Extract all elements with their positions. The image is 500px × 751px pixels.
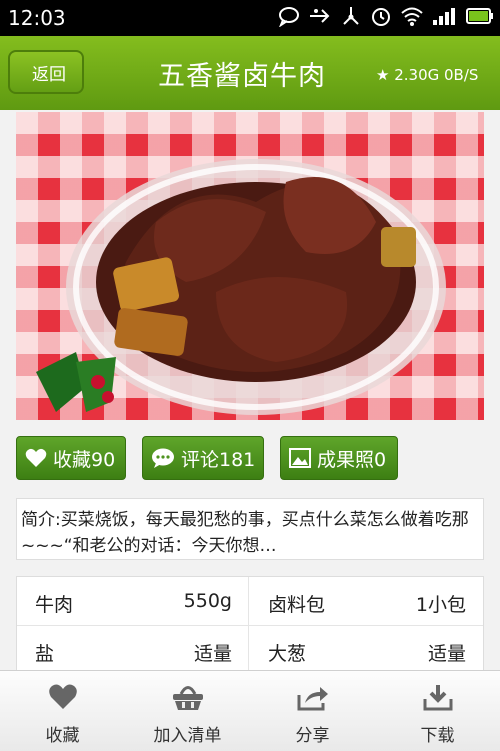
ingredient-cell: 大葱 适量 bbox=[250, 626, 482, 674]
chat-icon bbox=[279, 7, 299, 27]
braised-beef-illustration bbox=[36, 159, 446, 415]
comment-button-label: 评论181 bbox=[181, 448, 256, 471]
ingredient-name: 大葱 bbox=[268, 643, 307, 665]
signal-icon bbox=[433, 8, 455, 25]
tab-share[interactable]: 分享 bbox=[250, 671, 375, 751]
title-bar: 返回 五香酱卤牛肉 ★ 2.30G 0B/S bbox=[0, 36, 500, 110]
status-bar: 12:03 bbox=[0, 0, 500, 36]
table-row: 牛肉 550g 卤料包 1小包 bbox=[17, 577, 483, 626]
recipe-intro[interactable]: 简介:买菜烧饭，每天最犯愁的事，买点什么菜怎么做着吃那~~~“和老公的对话：今天… bbox=[16, 498, 484, 560]
result-photos-button-label: 成果照0 bbox=[317, 448, 387, 471]
recipe-photo bbox=[16, 112, 484, 420]
ingredients-table: 牛肉 550g 卤料包 1小包 盐 适量 大葱 适量 bbox=[16, 576, 484, 676]
tab-label: 分享 bbox=[295, 726, 330, 746]
ingredient-cell: 牛肉 550g bbox=[17, 577, 249, 625]
network-speed-indicator: ★ 2.30G 0B/S bbox=[376, 66, 479, 84]
tab-download[interactable]: 下载 bbox=[375, 671, 500, 751]
tab-label: 下载 bbox=[420, 726, 455, 746]
result-photos-button[interactable]: 成果照0 bbox=[280, 436, 398, 480]
back-button[interactable]: 返回 bbox=[8, 50, 84, 94]
ingredient-amount: 1小包 bbox=[415, 594, 466, 616]
table-row: 盐 适量 大葱 适量 bbox=[17, 626, 483, 675]
comment-button[interactable]: 评论181 bbox=[142, 436, 264, 480]
ingredient-cell: 卤料包 1小包 bbox=[250, 577, 482, 625]
ingredient-cell: 盐 适量 bbox=[17, 626, 249, 674]
page-title: 五香酱卤牛肉 bbox=[158, 61, 326, 92]
bottom-toolbar: 收藏 加入清单 分享 下载 bbox=[0, 670, 500, 751]
tab-favorite[interactable]: 收藏 bbox=[0, 671, 125, 751]
favorite-button[interactable]: 收藏90 bbox=[16, 436, 126, 480]
tab-label: 收藏 bbox=[45, 726, 80, 746]
ingredient-name: 牛肉 bbox=[35, 594, 74, 616]
usb-icon bbox=[310, 9, 330, 23]
wifi-icon bbox=[401, 7, 423, 26]
back-button-label: 返回 bbox=[32, 65, 66, 85]
battery-icon bbox=[466, 8, 493, 24]
ingredient-amount: 适量 bbox=[427, 643, 466, 665]
tab-add-to-list[interactable]: 加入清单 bbox=[125, 671, 250, 751]
tab-label: 加入清单 bbox=[153, 726, 222, 746]
share-icon bbox=[297, 687, 328, 711]
ingredient-amount: 适量 bbox=[193, 643, 232, 665]
photo-icon bbox=[289, 448, 311, 468]
heart-icon bbox=[48, 684, 77, 709]
heart-icon bbox=[25, 448, 47, 467]
status-icons bbox=[278, 5, 494, 27]
status-time: 12:03 bbox=[8, 6, 66, 30]
ingredient-amount: 550g bbox=[183, 590, 232, 612]
usb-debug-icon bbox=[343, 7, 359, 25]
ingredient-name: 卤料包 bbox=[268, 594, 326, 616]
basket-icon bbox=[172, 686, 203, 710]
favorite-button-label: 收藏90 bbox=[53, 448, 116, 471]
speech-bubble-icon bbox=[152, 448, 174, 468]
ingredient-name: 盐 bbox=[35, 643, 55, 665]
recipe-intro-text: 简介:买菜烧饭，每天最犯愁的事，买点什么菜怎么做着吃那~~~“和老公的对话：今天… bbox=[21, 510, 469, 556]
alarm-icon bbox=[372, 8, 390, 26]
download-icon bbox=[423, 685, 452, 711]
